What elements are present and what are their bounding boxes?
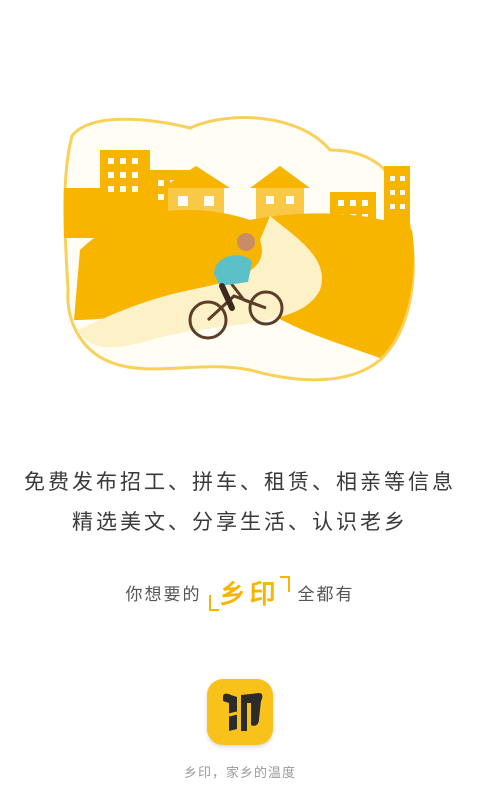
intro-line-2: 精选美文、分享生活、认识老乡 <box>72 510 408 534</box>
brand-tick-left-icon <box>209 595 220 611</box>
slogan-brand-text: 乡印 <box>219 580 280 610</box>
slogan-brand: 乡印 <box>209 574 290 611</box>
slogan: 你想要的 乡印 全都有 <box>0 574 480 611</box>
intro-line-1: 免费发布招工、拼车、租赁、相亲等信息 <box>24 470 456 494</box>
yin-logo-icon <box>223 693 263 731</box>
splash-illustration <box>63 116 415 382</box>
slogan-prefix: 你想要的 <box>125 585 202 605</box>
slogan-suffix: 全都有 <box>297 585 355 605</box>
brand-tick-right-icon <box>279 576 290 592</box>
app-logo <box>207 679 273 745</box>
footer-tagline: 乡印，家乡的温度 <box>183 766 296 781</box>
